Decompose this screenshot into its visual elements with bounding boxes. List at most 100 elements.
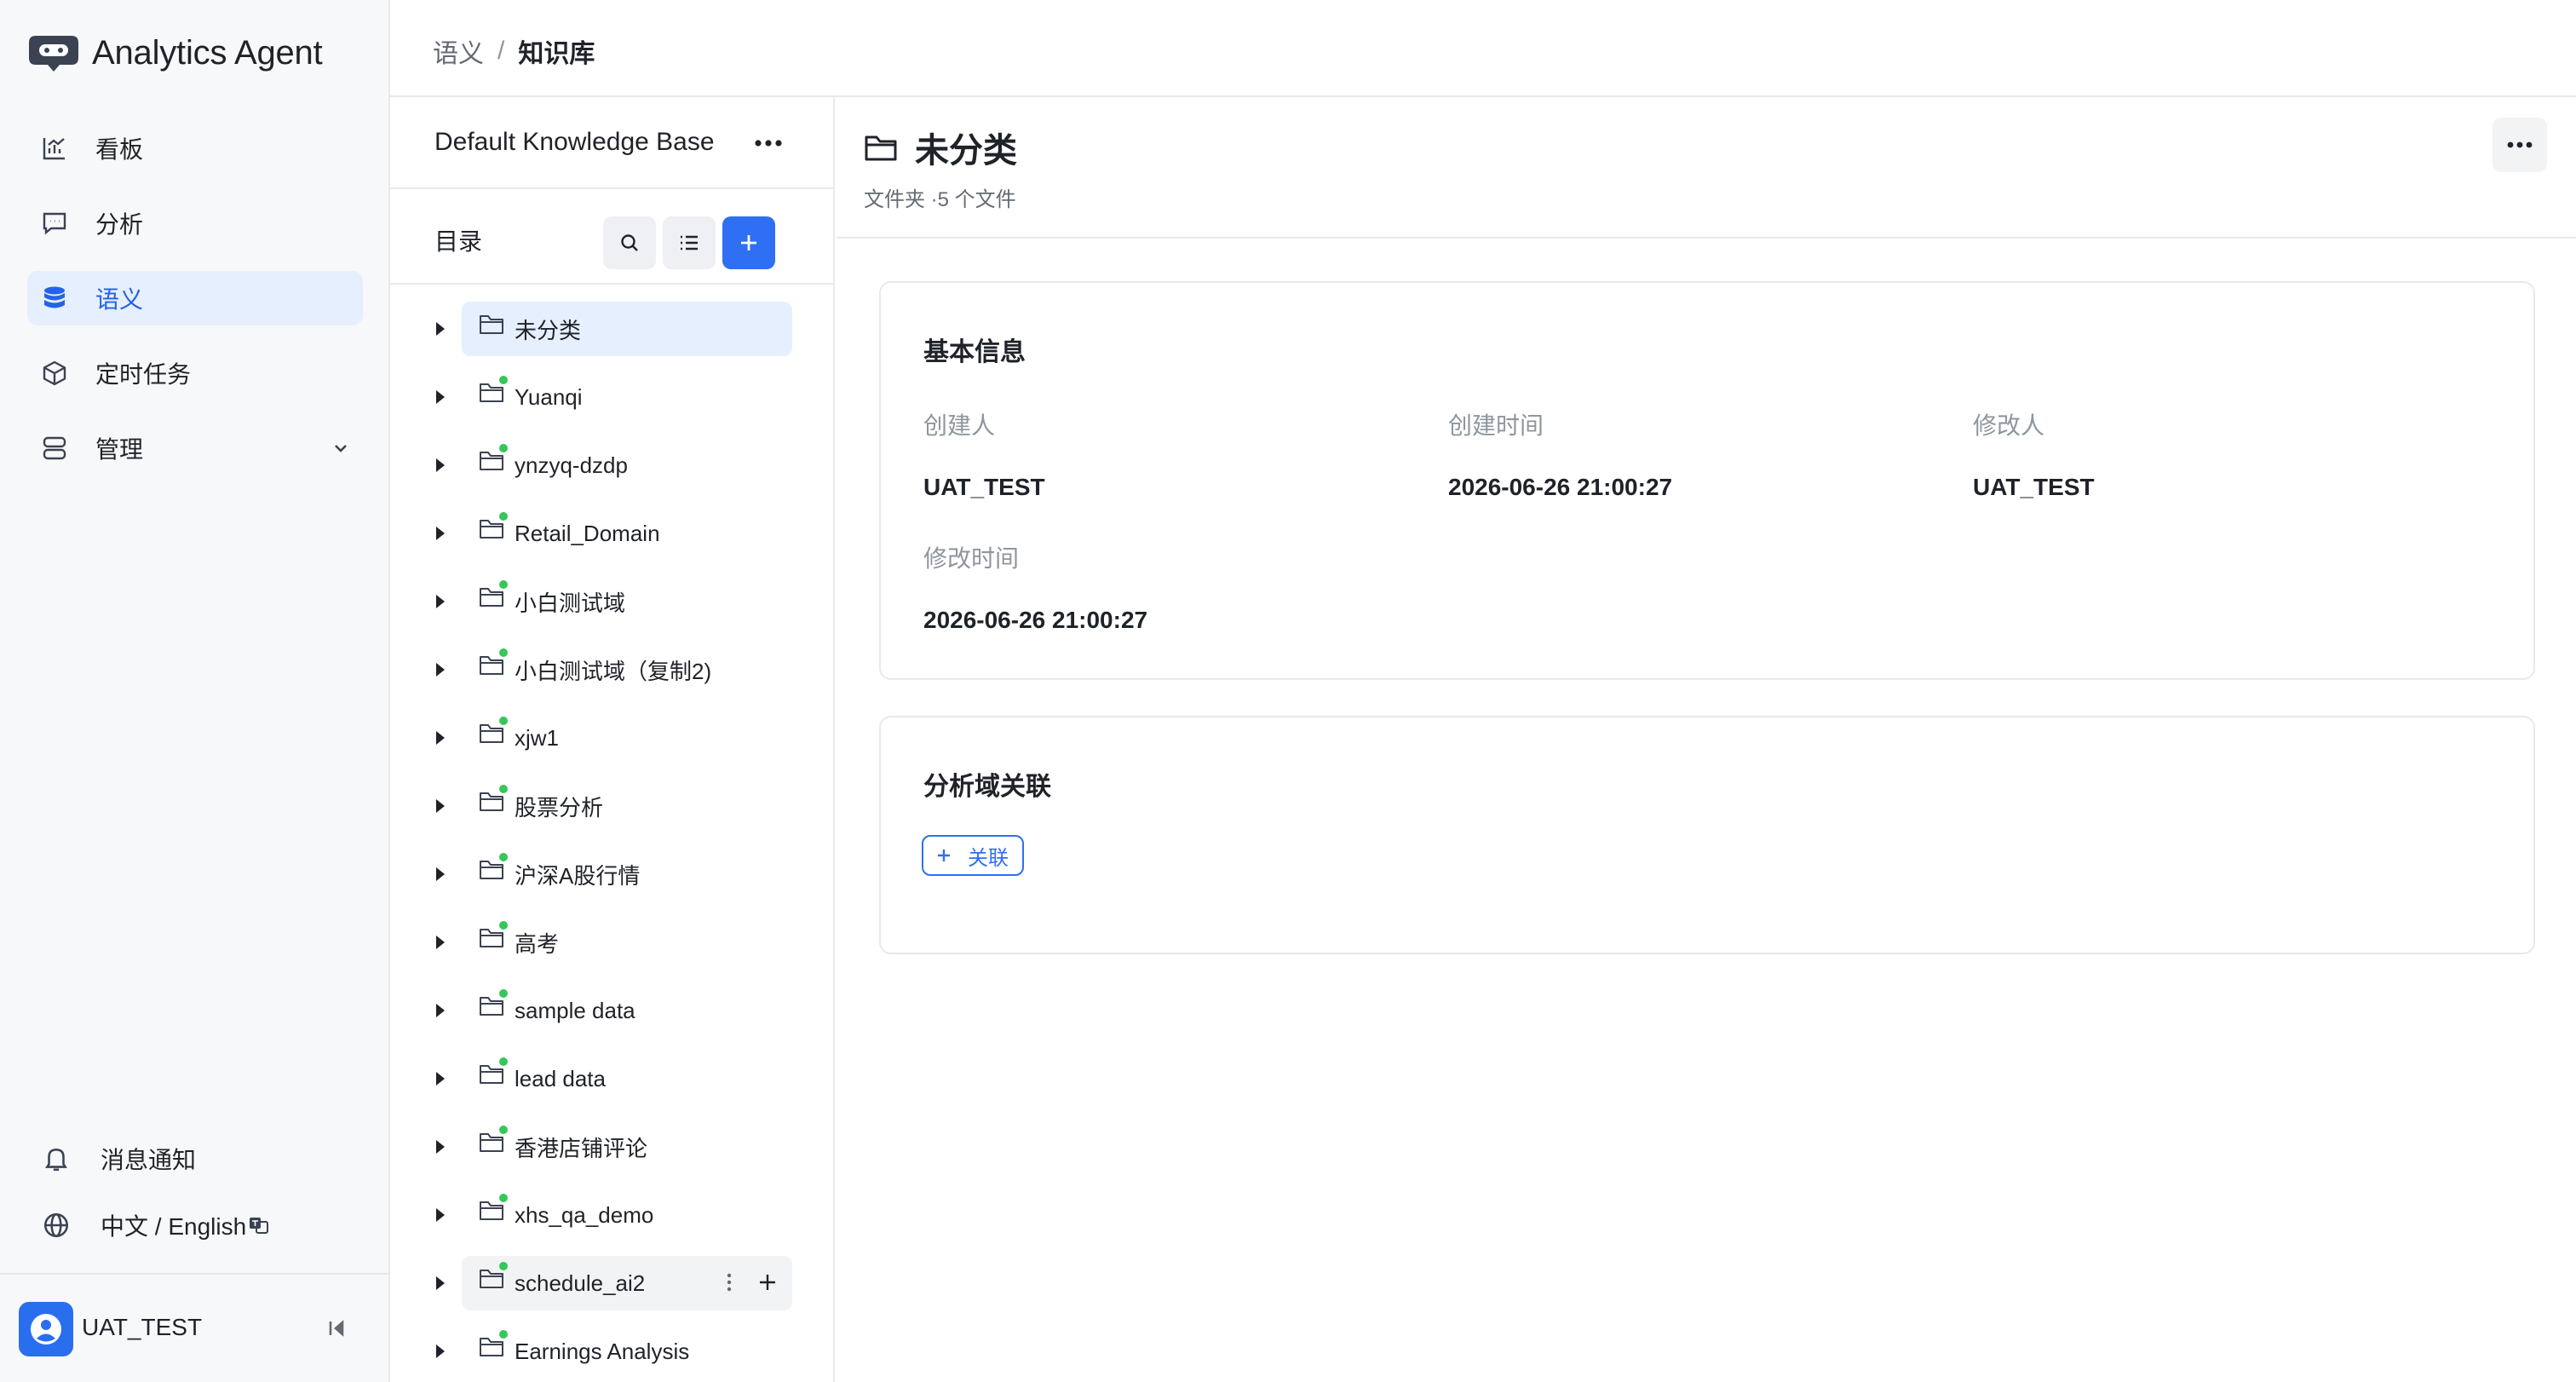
tree-item[interactable]: schedule_ai2 — [390, 1256, 833, 1310]
folder-more-button[interactable] — [2493, 118, 2547, 172]
caret-right-icon[interactable] — [436, 1208, 445, 1222]
folder-icon — [479, 1262, 508, 1289]
caret-right-icon[interactable] — [436, 1004, 445, 1017]
folder-icon — [479, 1330, 508, 1357]
caret-right-icon[interactable] — [436, 1072, 445, 1085]
knowledge-base-header: Default Knowledge Base — [390, 97, 833, 189]
caret-right-icon[interactable] — [436, 799, 445, 813]
breadcrumb-parent[interactable]: 语义 — [433, 32, 484, 70]
caret-right-icon[interactable] — [436, 936, 445, 949]
tree-item[interactable]: sample data — [390, 983, 833, 1038]
list-view-button[interactable] — [663, 216, 716, 269]
notifications-item[interactable]: 消息通知 — [39, 1142, 196, 1176]
tree-item[interactable]: 沪深A股行情 — [390, 847, 833, 901]
status-dot — [499, 989, 508, 998]
caret-right-icon[interactable] — [436, 458, 445, 472]
search-button[interactable] — [603, 216, 656, 269]
status-dot — [499, 376, 508, 384]
status-dot — [499, 785, 508, 793]
nav-item-scheduled-tasks[interactable]: 定时任务 — [27, 346, 363, 400]
tree-item-label: Earnings Analysis — [515, 1338, 690, 1364]
creator-label: 创建人 — [923, 412, 996, 439]
tree-item[interactable]: 小白测试域 — [390, 574, 833, 629]
created-time-label: 创建时间 — [1448, 412, 1544, 439]
nav-item-analysis[interactable]: 分析 — [27, 196, 363, 250]
caret-right-icon[interactable] — [436, 527, 445, 540]
notifications-label: 消息通知 — [101, 1147, 197, 1173]
tree-item-node[interactable]: 沪深A股行情 — [462, 847, 792, 901]
caret-right-icon[interactable] — [436, 1345, 445, 1358]
tree-item[interactable]: 香港店铺评论 — [390, 1120, 833, 1174]
link-domain-button[interactable]: 关联 — [922, 835, 1024, 876]
tree-item[interactable]: 未分类 — [390, 302, 833, 356]
tree-item[interactable]: 小白测试域（复制2) — [390, 642, 833, 697]
folder-icon — [479, 1194, 508, 1221]
tree-item-node[interactable]: xhs_qa_demo — [462, 1188, 792, 1242]
caret-right-icon[interactable] — [436, 390, 445, 404]
knowledge-base-name[interactable]: Default Knowledge Base — [434, 128, 715, 157]
server-icon — [39, 433, 70, 464]
add-child-icon[interactable] — [756, 1271, 779, 1293]
tree-item-label: 小白测试域（复制2) — [515, 658, 712, 684]
tree-item-label: 小白测试域 — [515, 590, 626, 616]
folder-title: 未分类 — [864, 123, 1017, 172]
tree-item-node[interactable]: lead data — [462, 1051, 792, 1106]
modifier-label: 修改人 — [1973, 412, 2045, 439]
folder-detail: 未分类 文件夹 ·5 个文件 基本信息 创建人 UAT_TEST 创建时间 20… — [837, 97, 2576, 1382]
tree-item-label: 未分类 — [515, 317, 582, 343]
tree-item-node[interactable]: 小白测试域（复制2) — [462, 642, 792, 697]
directory-header: 目录 — [390, 189, 833, 285]
tree-item[interactable]: Yuanqi — [390, 370, 833, 424]
tree-item-node[interactable]: Earnings Analysis — [462, 1324, 792, 1379]
caret-right-icon[interactable] — [436, 1140, 445, 1154]
status-dot — [499, 512, 508, 521]
nav-item-dashboard[interactable]: 看板 — [27, 121, 363, 176]
tree-item-node[interactable]: sample data — [462, 983, 792, 1038]
nav-item-management[interactable]: 管理 — [27, 421, 363, 475]
language-switch[interactable]: 中文 / English — [39, 1208, 270, 1242]
caret-right-icon[interactable] — [436, 867, 445, 881]
tree-item[interactable]: Earnings Analysis — [390, 1324, 833, 1379]
tree-item[interactable]: 股票分析 — [390, 779, 833, 833]
tree-item-node[interactable]: 股票分析 — [462, 779, 792, 833]
tree-item-node[interactable]: Yuanqi — [462, 370, 792, 424]
status-dot — [499, 1330, 508, 1339]
tree-item-node[interactable]: 香港店铺评论 — [462, 1120, 792, 1174]
tree-item-node[interactable]: xjw1 — [462, 711, 792, 765]
collapse-sidebar-icon[interactable] — [324, 1316, 349, 1341]
modifier-value: UAT_TEST — [1973, 474, 2095, 500]
caret-right-icon[interactable] — [436, 1276, 445, 1290]
tree-item-node[interactable]: schedule_ai2 — [462, 1256, 792, 1310]
more-vertical-icon[interactable] — [721, 1270, 738, 1295]
top-bar: 语义 / 知识库 — [390, 0, 2576, 97]
caret-right-icon[interactable] — [436, 731, 445, 745]
tree-item[interactable]: 高考 — [390, 915, 833, 970]
brand[interactable]: Analytics Agent — [27, 31, 323, 75]
tree-item-label: 香港店铺评论 — [515, 1135, 648, 1161]
breadcrumb-separator: / — [497, 37, 505, 65]
folder-header: 未分类 文件夹 ·5 个文件 — [837, 97, 2576, 239]
tree-item-node[interactable]: 高考 — [462, 915, 792, 970]
folder-icon — [479, 376, 508, 403]
tree-item[interactable]: Retail_Domain — [390, 506, 833, 561]
nav-item-semantics[interactable]: 语义 — [27, 271, 363, 325]
directory-label: 目录 — [434, 228, 483, 255]
add-button[interactable] — [722, 216, 775, 269]
tree-item-node[interactable]: Retail_Domain — [462, 506, 792, 561]
tree-item-node[interactable]: ynzyq-dzdp — [462, 438, 792, 492]
tree-item[interactable]: lead data — [390, 1051, 833, 1106]
tree-item-label: ynzyq-dzdp — [515, 452, 628, 478]
tree-item-node[interactable]: 未分类 — [462, 302, 792, 356]
tree-item-node[interactable]: 小白测试域 — [462, 574, 792, 629]
caret-right-icon[interactable] — [436, 663, 445, 677]
caret-right-icon[interactable] — [436, 322, 445, 336]
avatar[interactable] — [19, 1302, 73, 1356]
folder-icon — [479, 648, 508, 676]
more-horizontal-icon[interactable] — [751, 131, 785, 155]
tree-item[interactable]: ynzyq-dzdp — [390, 438, 833, 492]
status-dot — [499, 717, 508, 725]
tree-item[interactable]: xjw1 — [390, 711, 833, 765]
caret-right-icon[interactable] — [436, 595, 445, 608]
tree-item[interactable]: xhs_qa_demo — [390, 1188, 833, 1242]
chevron-down-icon[interactable] — [331, 438, 351, 458]
